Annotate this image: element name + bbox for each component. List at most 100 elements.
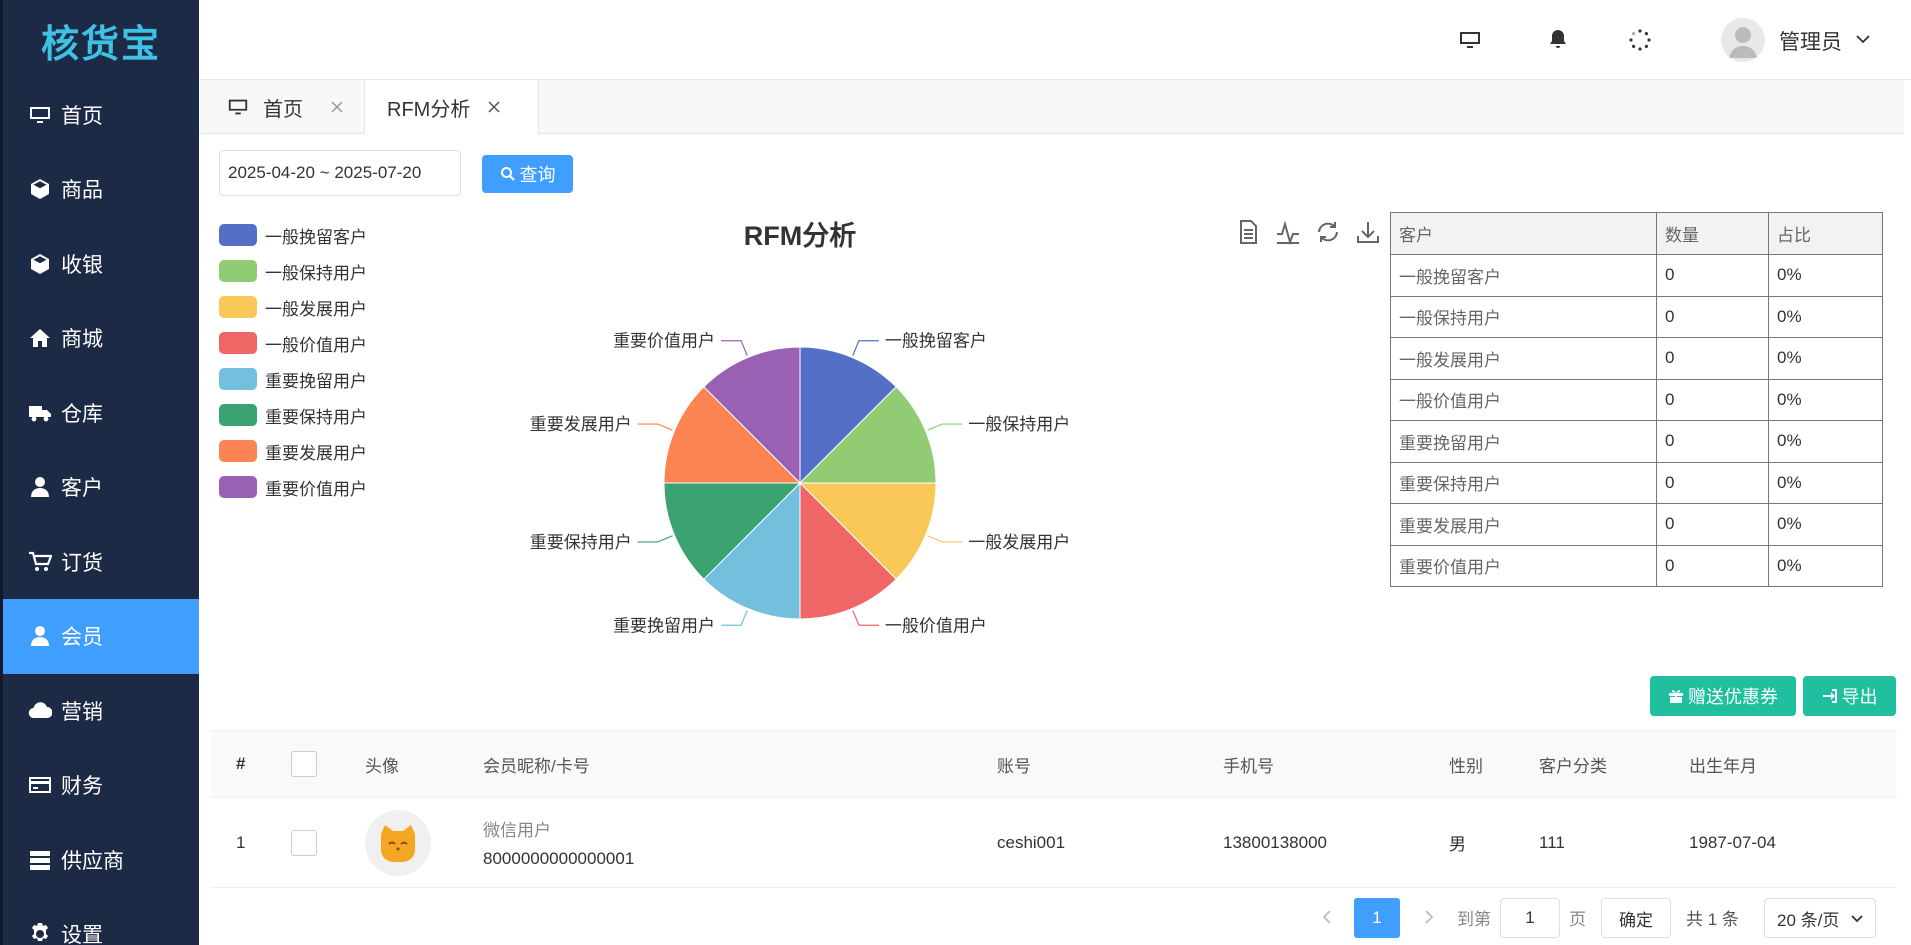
line-chart-icon[interactable] bbox=[1274, 218, 1304, 248]
goto-suffix: 页 bbox=[1569, 909, 1586, 929]
rfm-ratio: 0% bbox=[1768, 461, 1883, 504]
rfm-count: 0 bbox=[1656, 337, 1769, 380]
close-icon[interactable] bbox=[329, 99, 345, 115]
rfm-customer: 一般发展用户 bbox=[1390, 337, 1657, 380]
chart-title: RFM分析 bbox=[743, 221, 857, 251]
bell-icon[interactable] bbox=[1544, 26, 1572, 54]
monitor-icon bbox=[27, 102, 53, 128]
rfm-ratio: 0% bbox=[1768, 420, 1883, 463]
rfm-customer: 一般保持用户 bbox=[1390, 295, 1657, 338]
legend-item[interactable]: 重要价值用户 bbox=[219, 469, 367, 505]
rfm-ratio: 0% bbox=[1768, 254, 1883, 297]
table-row[interactable]: 1 微信用户 8000000000000001 ceshi001 1380013… bbox=[211, 797, 1896, 888]
legend-item[interactable]: 重要保持用户 bbox=[219, 397, 367, 433]
rfm-header-customer: 客户 bbox=[1390, 212, 1657, 255]
pie-label: 重要保持用户 bbox=[530, 533, 632, 552]
legend-label: 一般挽留客户 bbox=[265, 227, 367, 247]
sidebar-item-8[interactable]: 营销 bbox=[3, 673, 199, 748]
legend-item[interactable]: 一般保持用户 bbox=[219, 253, 367, 289]
sidebar-item-6[interactable]: 订货 bbox=[3, 524, 199, 599]
chevron-down-icon[interactable] bbox=[1854, 30, 1872, 48]
user-name[interactable]: 管理员 bbox=[1779, 26, 1842, 56]
sidebar-item-label: 订货 bbox=[61, 551, 103, 575]
sidebar-item-label: 供应商 bbox=[61, 849, 124, 873]
close-icon[interactable] bbox=[486, 99, 502, 115]
gift-icon bbox=[1669, 690, 1683, 703]
sidebar-item-0[interactable]: 首页 bbox=[3, 77, 199, 152]
next-page-icon[interactable] bbox=[1420, 908, 1438, 926]
goto-page-input[interactable]: 1 bbox=[1500, 898, 1560, 938]
goto-confirm-button[interactable]: 确定 bbox=[1601, 898, 1671, 938]
page-number-current[interactable]: 1 bbox=[1354, 898, 1400, 938]
row-checkbox[interactable] bbox=[291, 829, 317, 856]
col-phone: 手机号 bbox=[1213, 730, 1439, 798]
table-row: 一般保持用户 0 0% bbox=[1390, 295, 1883, 338]
legend-label: 重要保持用户 bbox=[265, 407, 367, 427]
sidebar-item-11[interactable]: 设置 bbox=[3, 897, 199, 945]
row-category: 111 bbox=[1529, 797, 1679, 888]
sidebar-item-10[interactable]: 供应商 bbox=[3, 822, 199, 897]
data-view-icon[interactable] bbox=[1234, 218, 1264, 248]
sidebar-item-5[interactable]: 客户 bbox=[3, 450, 199, 525]
pie-label: 重要挽留用户 bbox=[613, 616, 715, 635]
page-size-select[interactable]: 20 条/页 bbox=[1764, 898, 1876, 938]
legend-label: 一般发展用户 bbox=[265, 299, 367, 319]
legend-label: 重要发展用户 bbox=[265, 443, 367, 463]
prev-page-icon[interactable] bbox=[1318, 908, 1336, 926]
sidebar-item-7[interactable]: 会员 bbox=[3, 598, 199, 674]
top-header: 管理员 bbox=[199, 0, 1911, 80]
tab-rfm[interactable]: RFM分析 bbox=[364, 80, 539, 134]
user-avatar[interactable] bbox=[1721, 18, 1765, 62]
sidebar-item-2[interactable]: 收银 bbox=[3, 226, 199, 301]
legend-label: 重要挽留用户 bbox=[265, 371, 367, 391]
rfm-customer: 一般挽留客户 bbox=[1390, 254, 1657, 297]
legend-item[interactable]: 一般发展用户 bbox=[219, 289, 367, 325]
col-category: 客户分类 bbox=[1529, 730, 1679, 798]
date-range-picker[interactable]: 2025-04-20 ~ 2025-07-20 bbox=[219, 150, 461, 196]
cat-face-icon bbox=[381, 824, 415, 862]
sidebar-item-9[interactable]: 财务 bbox=[3, 748, 199, 823]
gear-icon bbox=[27, 921, 53, 945]
member-nickname: 微信用户 bbox=[483, 821, 551, 840]
legend-item[interactable]: 一般价值用户 bbox=[219, 325, 367, 361]
pie-label: 一般发展用户 bbox=[968, 533, 1070, 552]
sidebar-item-1[interactable]: 商品 bbox=[3, 152, 199, 227]
download-icon[interactable] bbox=[1354, 218, 1384, 248]
truck-icon bbox=[27, 400, 53, 426]
rfm-ratio: 0% bbox=[1768, 295, 1883, 338]
loading-icon[interactable] bbox=[1626, 26, 1654, 54]
member-avatar bbox=[365, 809, 431, 876]
legend-swatch bbox=[219, 476, 257, 498]
export-button[interactable]: 导出 bbox=[1803, 676, 1896, 716]
table-row: 一般发展用户 0 0% bbox=[1390, 337, 1883, 380]
tab-home[interactable]: 首页 bbox=[227, 80, 357, 134]
col-birth: 出生年月 bbox=[1679, 730, 1896, 798]
legend-swatch bbox=[219, 224, 257, 246]
tab-bar: 首页 RFM分析 bbox=[199, 80, 1904, 134]
rfm-count: 0 bbox=[1656, 544, 1769, 587]
rfm-ratio: 0% bbox=[1768, 378, 1883, 421]
send-coupon-button[interactable]: 赠送优惠券 bbox=[1650, 676, 1796, 716]
legend-item[interactable]: 一般挽留客户 bbox=[219, 217, 367, 253]
query-button[interactable]: 查询 bbox=[482, 155, 573, 193]
monitor-icon[interactable] bbox=[1456, 26, 1484, 54]
sidebar-item-4[interactable]: 仓库 bbox=[3, 375, 199, 450]
legend-item[interactable]: 重要挽留用户 bbox=[219, 361, 367, 397]
rfm-count: 0 bbox=[1656, 254, 1769, 297]
rfm-count: 0 bbox=[1656, 295, 1769, 338]
refresh-icon[interactable] bbox=[1314, 218, 1344, 248]
pie-label-line bbox=[852, 610, 879, 626]
rfm-count: 0 bbox=[1656, 378, 1769, 421]
query-label: 查询 bbox=[519, 165, 556, 185]
table-row: 重要保持用户 0 0% bbox=[1390, 461, 1883, 504]
credit-card-icon bbox=[27, 772, 53, 798]
col-select bbox=[281, 730, 355, 798]
pie-label-line bbox=[927, 423, 963, 431]
sidebar-item-label: 商品 bbox=[61, 179, 103, 202]
select-all-checkbox[interactable] bbox=[291, 751, 317, 777]
legend-swatch bbox=[219, 296, 257, 318]
legend-item[interactable]: 重要发展用户 bbox=[219, 433, 367, 469]
col-index: # bbox=[211, 730, 281, 798]
sidebar-item-3[interactable]: 商城 bbox=[3, 301, 199, 376]
rfm-header-ratio: 占比 bbox=[1768, 212, 1883, 255]
